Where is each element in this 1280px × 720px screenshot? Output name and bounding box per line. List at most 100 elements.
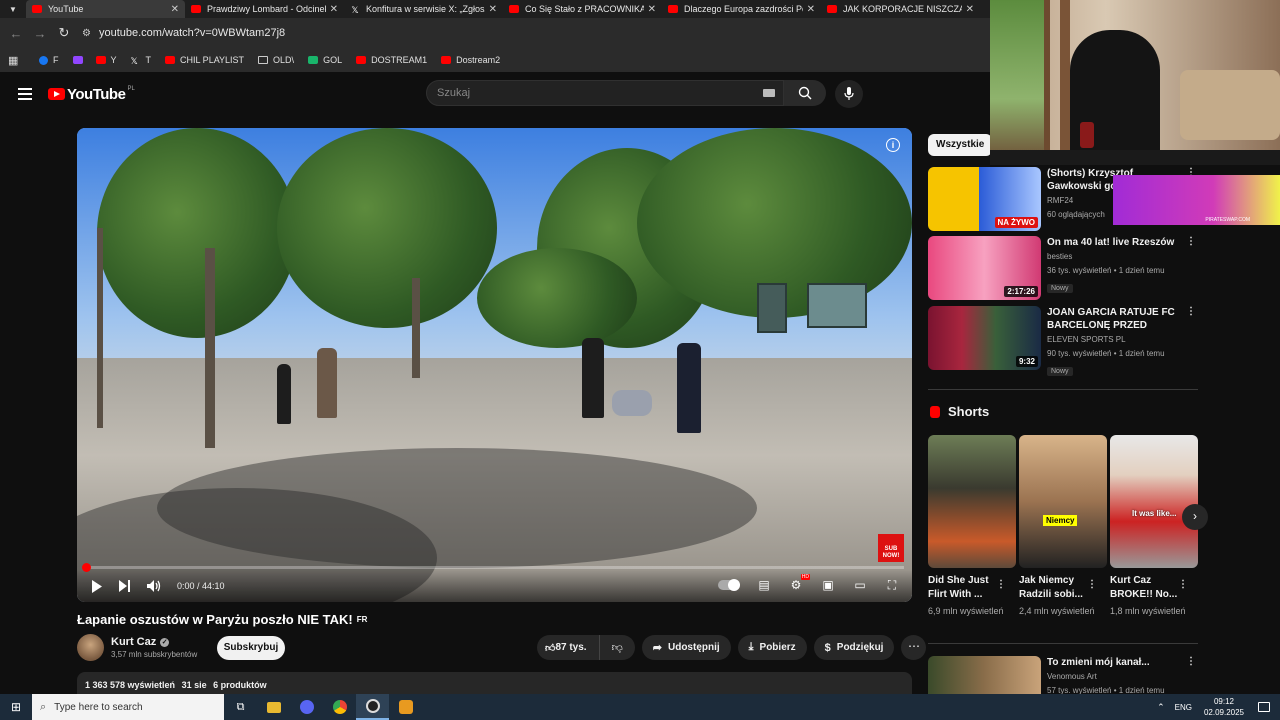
rec-channel[interactable]: ELEVEN SPORTS PL <box>1047 334 1198 346</box>
volume-icon[interactable] <box>147 580 161 592</box>
video-player[interactable]: i SUB NOW! 0:00 / 44:10 ▤ ⚙ HD ▣ ▭ ⛶ <box>77 128 912 602</box>
short-thumbnail[interactable]: Niemcy <box>1019 435 1107 568</box>
subscribe-button[interactable]: Subskrybuj <box>217 636 285 660</box>
bookmark-dostream2[interactable]: Dostream2 <box>441 55 500 65</box>
short-thumbnail[interactable]: It was like... <box>1110 435 1198 568</box>
short-thumbnail[interactable] <box>928 435 1016 568</box>
recommendation-item[interactable]: 2:17:26 On ma 40 lat! live Rzeszów besti… <box>928 236 1198 300</box>
obs-icon[interactable] <box>356 694 389 720</box>
thanks-icon: $ <box>824 641 831 654</box>
search-button[interactable] <box>784 80 826 106</box>
chrome-icon[interactable] <box>323 694 356 720</box>
rec-channel[interactable]: Venomous Art <box>1047 671 1198 683</box>
search-input[interactable]: Szukaj <box>426 80 784 106</box>
bookmark-t[interactable]: 𝕏T <box>131 55 152 66</box>
windows-start-icon[interactable]: ⊞ <box>0 700 32 714</box>
file-explorer-icon[interactable] <box>257 694 290 720</box>
video-thumbnail[interactable]: NA ŻYWO <box>928 167 1041 231</box>
tab-korporacje[interactable]: JAK KORPORACJE NISZCZĄ PO ✕ <box>821 0 980 18</box>
bookmark-f[interactable]: F <box>39 55 59 65</box>
close-icon[interactable]: ✕ <box>807 4 815 15</box>
forward-icon[interactable]: → <box>28 26 52 41</box>
bookmark-twitch[interactable] <box>72 56 88 64</box>
close-icon[interactable]: ✕ <box>966 4 974 15</box>
more-vert-icon[interactable]: ⋮ <box>1186 656 1196 667</box>
keyboard-icon[interactable] <box>763 89 775 97</box>
tab-konfitura[interactable]: 𝕏 Konfitura w serwisie X: „Zgłosz ✕ <box>344 0 503 18</box>
video-thumbnail[interactable]: 2:17:26 <box>928 236 1041 300</box>
bookmark-y[interactable]: Y <box>95 55 117 65</box>
short-title[interactable]: Jak Niemcy Radzili sobi... <box>1019 574 1089 602</box>
tab-pracownikami[interactable]: Co Się Stało z PRACOWNIKAMI ✕ <box>503 0 662 18</box>
chevron-up-icon[interactable]: ⌃ <box>1157 702 1165 713</box>
bookmark-dostream1[interactable]: DOSTREAM1 <box>356 55 427 65</box>
rec-channel[interactable]: besties <box>1047 251 1198 263</box>
download-button[interactable]: ⤓ Pobierz <box>737 635 807 660</box>
theater-mode-icon[interactable]: ▭ <box>852 578 868 592</box>
tab-title: Dlaczego Europa zazdrości Pol <box>684 4 803 14</box>
autoplay-toggle[interactable] <box>718 579 740 591</box>
short-item[interactable]: It was like... Kurt Caz BROKE!! No... 1,… <box>1110 435 1198 618</box>
close-icon[interactable]: ✕ <box>489 4 497 15</box>
site-info-icon[interactable]: ⚙ <box>82 28 91 39</box>
tab-europa[interactable]: Dlaczego Europa zazdrości Pol ✕ <box>662 0 821 18</box>
share-button[interactable]: ➦ Udostępnij <box>641 635 731 660</box>
language-indicator[interactable]: ENG <box>1175 703 1192 712</box>
more-vert-icon[interactable]: ⋮ <box>1186 306 1196 317</box>
short-title[interactable]: Did She Just Flirt With ... <box>928 574 998 602</box>
short-item[interactable]: Did She Just Flirt With ... 6,9 mln wyśw… <box>928 435 1016 618</box>
rec-title[interactable]: JOAN GARCIA RATUJE FC BARCELONĘ PRZED PO… <box>1047 306 1187 332</box>
more-vert-icon[interactable]: ⋮ <box>1186 236 1196 247</box>
more-vert-icon[interactable]: ⋮ <box>1087 579 1097 590</box>
close-icon[interactable]: ✕ <box>648 4 656 15</box>
task-view-icon[interactable]: ⧉ <box>224 694 257 720</box>
subtitles-icon[interactable]: ▤ <box>756 578 772 592</box>
close-icon[interactable]: ✕ <box>171 4 179 15</box>
rec-title[interactable]: To zmieni mój kanał... <box>1047 656 1187 669</box>
tab-search-button[interactable]: ▼ <box>0 0 26 18</box>
recommendation-item[interactable]: 9:32 JOAN GARCIA RATUJE FC BARCELONĘ PRZ… <box>928 306 1198 376</box>
play-icon[interactable] <box>91 579 103 593</box>
dislike-button[interactable]: 👎︎ <box>600 635 635 660</box>
fullscreen-icon[interactable]: ⛶ <box>884 578 900 592</box>
reload-icon[interactable]: ↻ <box>52 25 76 41</box>
discord-icon[interactable] <box>290 694 323 720</box>
url-field[interactable]: ⚙ youtube.com/watch?v=0WBWtam27j8 <box>82 27 285 39</box>
more-vert-icon[interactable]: ⋮ <box>1178 579 1188 590</box>
channel-name[interactable]: Kurt Caz ✓ <box>111 636 197 648</box>
tab-lombard[interactable]: Prawdziwy Lombard - Odcinek ✕ <box>185 0 344 18</box>
subscribe-watermark[interactable]: SUB NOW! <box>878 534 904 562</box>
back-icon[interactable]: ← <box>4 26 28 41</box>
bookmark-old[interactable]: OLD\ <box>258 55 294 65</box>
menu-icon[interactable] <box>18 85 32 103</box>
tab-youtube[interactable]: YouTube ✕ <box>26 0 185 18</box>
app-icon[interactable] <box>389 694 422 720</box>
info-icon[interactable]: i <box>886 138 900 152</box>
voice-search-button[interactable] <box>835 80 863 108</box>
rec-title[interactable]: On ma 40 lat! live Rzeszów <box>1047 236 1187 249</box>
filter-chip-all[interactable]: Wszystkie <box>928 134 993 156</box>
miniplayer-icon[interactable]: ▣ <box>820 578 836 592</box>
settings-icon[interactable]: ⚙ HD <box>788 574 810 592</box>
more-actions-button[interactable]: ⋯ <box>901 635 927 660</box>
taskbar-search[interactable]: ⌕ Type here to search <box>32 694 224 720</box>
short-title[interactable]: Kurt Caz BROKE!! No... <box>1110 574 1180 602</box>
chevron-right-icon[interactable]: › <box>1182 504 1208 530</box>
bookmark-chil-playlist[interactable]: CHIL PLAYLIST <box>165 55 244 65</box>
video-thumbnail[interactable]: 9:32 <box>928 306 1041 370</box>
bookmark-gol[interactable]: GOL <box>308 55 342 65</box>
more-vert-icon[interactable]: ⋮ <box>996 579 1006 590</box>
youtube-logo[interactable]: YouTube PL <box>48 86 135 103</box>
clock[interactable]: 09:12 02.09.2025 <box>1204 696 1244 718</box>
avatar[interactable] <box>77 634 104 661</box>
notification-icon[interactable] <box>1258 702 1270 712</box>
next-icon[interactable] <box>119 580 131 592</box>
apps-button[interactable]: ▦ <box>8 54 25 67</box>
like-button[interactable]: 👍︎ 87 tys. <box>537 635 600 660</box>
thanks-button[interactable]: $ Podziękuj <box>813 635 895 660</box>
short-item[interactable]: Niemcy Jak Niemcy Radzili sobi... 2,4 ml… <box>1019 435 1107 618</box>
progress-bar[interactable] <box>82 563 904 572</box>
description-box[interactable]: 1 363 578 wyświetleń 31 sie 6 produktów <box>77 672 912 696</box>
video-flag: FR <box>356 615 368 624</box>
close-icon[interactable]: ✕ <box>330 4 338 15</box>
